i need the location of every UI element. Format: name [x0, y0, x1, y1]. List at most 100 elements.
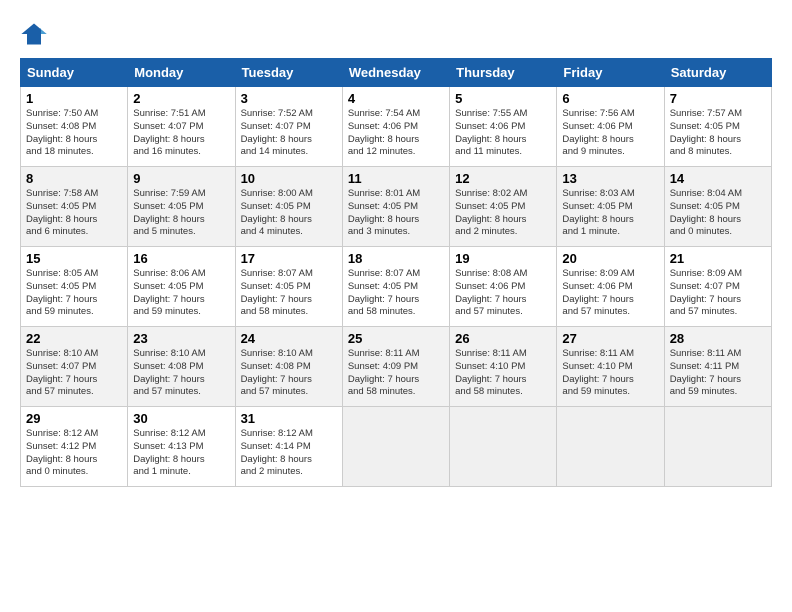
day-info: Sunrise: 8:12 AM Sunset: 4:13 PM Dayligh…	[133, 428, 229, 479]
calendar-day-cell	[450, 407, 557, 487]
calendar-day-cell: 16 Sunrise: 8:06 AM Sunset: 4:05 PM Dayli…	[128, 247, 235, 327]
day-info: Sunrise: 7:51 AM Sunset: 4:07 PM Dayligh…	[133, 108, 229, 159]
calendar-day-cell: 26 Sunrise: 8:11 AM Sunset: 4:10 PM Dayli…	[450, 327, 557, 407]
day-info: Sunrise: 7:58 AM Sunset: 4:05 PM Dayligh…	[26, 188, 122, 239]
day-info: Sunrise: 8:01 AM Sunset: 4:05 PM Dayligh…	[348, 188, 444, 239]
day-number: 29	[26, 411, 122, 426]
day-info: Sunrise: 8:06 AM Sunset: 4:05 PM Dayligh…	[133, 268, 229, 319]
day-info: Sunrise: 7:55 AM Sunset: 4:06 PM Dayligh…	[455, 108, 551, 159]
calendar-day-cell: 25 Sunrise: 8:11 AM Sunset: 4:09 PM Dayli…	[342, 327, 449, 407]
calendar-day-cell: 30 Sunrise: 8:12 AM Sunset: 4:13 PM Dayli…	[128, 407, 235, 487]
calendar-weekday-wednesday: Wednesday	[342, 59, 449, 87]
calendar-week-row: 8 Sunrise: 7:58 AM Sunset: 4:05 PM Daylig…	[21, 167, 772, 247]
calendar-day-cell	[342, 407, 449, 487]
day-number: 31	[241, 411, 337, 426]
day-number: 23	[133, 331, 229, 346]
calendar-day-cell: 17 Sunrise: 8:07 AM Sunset: 4:05 PM Dayli…	[235, 247, 342, 327]
day-number: 1	[26, 91, 122, 106]
day-number: 27	[562, 331, 658, 346]
day-number: 6	[562, 91, 658, 106]
calendar-day-cell: 8 Sunrise: 7:58 AM Sunset: 4:05 PM Daylig…	[21, 167, 128, 247]
calendar-day-cell: 14 Sunrise: 8:04 AM Sunset: 4:05 PM Dayli…	[664, 167, 771, 247]
calendar: SundayMondayTuesdayWednesdayThursdayFrid…	[20, 58, 772, 487]
day-number: 30	[133, 411, 229, 426]
day-number: 25	[348, 331, 444, 346]
calendar-weekday-sunday: Sunday	[21, 59, 128, 87]
calendar-day-cell: 9 Sunrise: 7:59 AM Sunset: 4:05 PM Daylig…	[128, 167, 235, 247]
calendar-weekday-tuesday: Tuesday	[235, 59, 342, 87]
calendar-week-row: 29 Sunrise: 8:12 AM Sunset: 4:12 PM Dayli…	[21, 407, 772, 487]
day-number: 28	[670, 331, 766, 346]
calendar-day-cell: 12 Sunrise: 8:02 AM Sunset: 4:05 PM Dayli…	[450, 167, 557, 247]
day-info: Sunrise: 8:08 AM Sunset: 4:06 PM Dayligh…	[455, 268, 551, 319]
calendar-day-cell: 10 Sunrise: 8:00 AM Sunset: 4:05 PM Dayli…	[235, 167, 342, 247]
calendar-day-cell: 20 Sunrise: 8:09 AM Sunset: 4:06 PM Dayli…	[557, 247, 664, 327]
day-info: Sunrise: 8:11 AM Sunset: 4:09 PM Dayligh…	[348, 348, 444, 399]
day-number: 20	[562, 251, 658, 266]
day-number: 18	[348, 251, 444, 266]
day-info: Sunrise: 8:03 AM Sunset: 4:05 PM Dayligh…	[562, 188, 658, 239]
day-info: Sunrise: 8:12 AM Sunset: 4:12 PM Dayligh…	[26, 428, 122, 479]
calendar-day-cell: 11 Sunrise: 8:01 AM Sunset: 4:05 PM Dayli…	[342, 167, 449, 247]
calendar-day-cell: 28 Sunrise: 8:11 AM Sunset: 4:11 PM Dayli…	[664, 327, 771, 407]
day-number: 8	[26, 171, 122, 186]
day-number: 2	[133, 91, 229, 106]
day-number: 15	[26, 251, 122, 266]
day-number: 24	[241, 331, 337, 346]
day-number: 4	[348, 91, 444, 106]
day-number: 26	[455, 331, 551, 346]
calendar-weekday-saturday: Saturday	[664, 59, 771, 87]
day-number: 22	[26, 331, 122, 346]
calendar-day-cell: 24 Sunrise: 8:10 AM Sunset: 4:08 PM Dayli…	[235, 327, 342, 407]
day-number: 21	[670, 251, 766, 266]
day-number: 7	[670, 91, 766, 106]
day-number: 14	[670, 171, 766, 186]
day-number: 10	[241, 171, 337, 186]
day-info: Sunrise: 8:10 AM Sunset: 4:08 PM Dayligh…	[133, 348, 229, 399]
calendar-day-cell: 19Sunrise: 8:08 AM Sunset: 4:06 PM Dayli…	[450, 247, 557, 327]
day-number: 13	[562, 171, 658, 186]
day-info: Sunrise: 8:04 AM Sunset: 4:05 PM Dayligh…	[670, 188, 766, 239]
day-info: Sunrise: 8:02 AM Sunset: 4:05 PM Dayligh…	[455, 188, 551, 239]
day-info: Sunrise: 8:11 AM Sunset: 4:10 PM Dayligh…	[562, 348, 658, 399]
calendar-day-cell: 31 Sunrise: 8:12 AM Sunset: 4:14 PM Dayli…	[235, 407, 342, 487]
calendar-day-cell: 1Sunrise: 7:50 AM Sunset: 4:08 PM Daylig…	[21, 87, 128, 167]
day-number: 3	[241, 91, 337, 106]
calendar-weekday-monday: Monday	[128, 59, 235, 87]
day-info: Sunrise: 8:12 AM Sunset: 4:14 PM Dayligh…	[241, 428, 337, 479]
day-number: 12	[455, 171, 551, 186]
day-info: Sunrise: 8:07 AM Sunset: 4:05 PM Dayligh…	[241, 268, 337, 319]
day-info: Sunrise: 8:09 AM Sunset: 4:06 PM Dayligh…	[562, 268, 658, 319]
calendar-week-row: 15 Sunrise: 8:05 AM Sunset: 4:05 PM Dayli…	[21, 247, 772, 327]
day-info: Sunrise: 7:59 AM Sunset: 4:05 PM Dayligh…	[133, 188, 229, 239]
calendar-day-cell	[557, 407, 664, 487]
day-number: 11	[348, 171, 444, 186]
day-info: Sunrise: 8:05 AM Sunset: 4:05 PM Dayligh…	[26, 268, 122, 319]
page-header	[20, 20, 772, 48]
logo-icon	[20, 20, 48, 48]
calendar-day-cell: 15 Sunrise: 8:05 AM Sunset: 4:05 PM Dayli…	[21, 247, 128, 327]
calendar-day-cell: 4 Sunrise: 7:54 AM Sunset: 4:06 PM Daylig…	[342, 87, 449, 167]
day-number: 5	[455, 91, 551, 106]
calendar-header-row: SundayMondayTuesdayWednesdayThursdayFrid…	[21, 59, 772, 87]
day-info: Sunrise: 8:11 AM Sunset: 4:11 PM Dayligh…	[670, 348, 766, 399]
calendar-weekday-thursday: Thursday	[450, 59, 557, 87]
day-info: Sunrise: 8:10 AM Sunset: 4:08 PM Dayligh…	[241, 348, 337, 399]
calendar-day-cell	[664, 407, 771, 487]
day-info: Sunrise: 8:11 AM Sunset: 4:10 PM Dayligh…	[455, 348, 551, 399]
calendar-day-cell: 6Sunrise: 7:56 AM Sunset: 4:06 PM Daylig…	[557, 87, 664, 167]
calendar-day-cell: 22 Sunrise: 8:10 AM Sunset: 4:07 PM Dayli…	[21, 327, 128, 407]
day-number: 9	[133, 171, 229, 186]
day-number: 17	[241, 251, 337, 266]
calendar-day-cell: 23 Sunrise: 8:10 AM Sunset: 4:08 PM Dayli…	[128, 327, 235, 407]
calendar-day-cell: 27 Sunrise: 8:11 AM Sunset: 4:10 PM Dayli…	[557, 327, 664, 407]
day-info: Sunrise: 8:00 AM Sunset: 4:05 PM Dayligh…	[241, 188, 337, 239]
calendar-day-cell: 21Sunrise: 8:09 AM Sunset: 4:07 PM Dayli…	[664, 247, 771, 327]
day-info: Sunrise: 7:54 AM Sunset: 4:06 PM Dayligh…	[348, 108, 444, 159]
calendar-day-cell: 13 Sunrise: 8:03 AM Sunset: 4:05 PM Dayli…	[557, 167, 664, 247]
calendar-day-cell: 7 Sunrise: 7:57 AM Sunset: 4:05 PM Daylig…	[664, 87, 771, 167]
calendar-day-cell: 29 Sunrise: 8:12 AM Sunset: 4:12 PM Dayli…	[21, 407, 128, 487]
day-info: Sunrise: 7:57 AM Sunset: 4:05 PM Dayligh…	[670, 108, 766, 159]
day-info: Sunrise: 8:10 AM Sunset: 4:07 PM Dayligh…	[26, 348, 122, 399]
day-number: 16	[133, 251, 229, 266]
